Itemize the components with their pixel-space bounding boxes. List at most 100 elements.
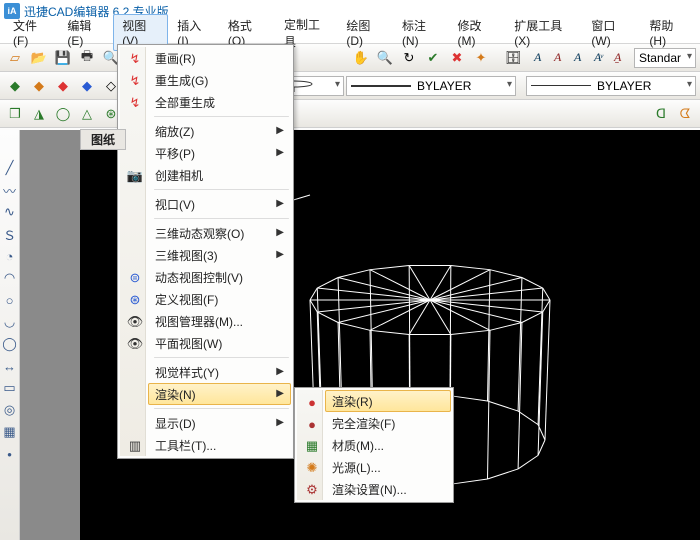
- menuitem-zoom[interactable]: 缩放(Z)▶: [148, 120, 291, 142]
- menuitem-render-render[interactable]: ●渲染(R): [325, 390, 451, 412]
- text-style-a2-icon[interactable]: A: [554, 50, 572, 65]
- cylinder-icon[interactable]: ◯: [52, 103, 74, 125]
- dynview-icon: ⊜: [125, 268, 145, 288]
- layer-c-icon[interactable]: ◆: [52, 75, 74, 97]
- print-icon[interactable]: 🖶: [76, 47, 98, 69]
- database-icon[interactable]: 🗄: [502, 47, 524, 69]
- label: 视口(V): [155, 196, 195, 213]
- menuitem-light[interactable]: ✺光源(L)...: [325, 456, 451, 478]
- label: 平面视图(W): [155, 335, 222, 352]
- menuitem-visual-style[interactable]: 视觉样式(Y) ▶: [148, 361, 291, 383]
- eye-icon: 👁: [125, 312, 145, 332]
- arc-tool-icon[interactable]: ◠: [2, 270, 18, 286]
- menuitem-dynview[interactable]: ⊜动态视图控制(V): [148, 266, 291, 288]
- zoom-tool-icon[interactable]: 🔍: [374, 47, 396, 69]
- menuitem-viewport[interactable]: 视口(V)▶: [148, 193, 291, 215]
- label: 渲染设置(N)...: [332, 481, 407, 498]
- point-tool-icon[interactable]: •: [2, 446, 18, 462]
- menu-window[interactable]: 窗口(W): [582, 14, 640, 51]
- target-tool-icon[interactable]: ◎: [2, 402, 18, 418]
- menuitem-display[interactable]: 显示(D)▶: [148, 412, 291, 434]
- separator: [154, 116, 289, 117]
- prism-icon[interactable]: ◮: [28, 103, 50, 125]
- ring-tool-icon[interactable]: ◯: [2, 336, 18, 352]
- label: 创建相机: [155, 167, 203, 184]
- text-style-combo[interactable]: Standar: [634, 48, 696, 68]
- spark-icon[interactable]: ✦: [470, 47, 492, 69]
- menuitem-toolbars[interactable]: ▥工具栏(T)...: [148, 434, 291, 456]
- layer-b-icon[interactable]: ◆: [28, 75, 50, 97]
- menuitem-3d-view[interactable]: 三维视图(3)▶: [148, 244, 291, 266]
- submenu-arrow-icon: ▶: [276, 125, 284, 136]
- grey-strip: [20, 130, 80, 540]
- line-tool-icon[interactable]: ╱: [2, 160, 18, 176]
- menu-edit[interactable]: 编辑(E): [58, 14, 113, 51]
- left-toolbar: ╱ 〰 ∿ Ｓ ◔ ◠ ○ ◡ ◯ ↔ ▭ ◎ ▦ •: [0, 130, 20, 540]
- menuitem-plan-view[interactable]: 👁平面视图(W): [148, 332, 291, 354]
- layer-a-icon[interactable]: ◆: [4, 75, 26, 97]
- label: 工具栏(T)...: [155, 437, 216, 454]
- label: 动态视图控制(V): [155, 269, 243, 286]
- lineweight-combo[interactable]: BYLAYER: [526, 76, 696, 96]
- submenu-arrow-icon: ▶: [276, 227, 284, 238]
- menuitem-view-manager[interactable]: 👁视图管理器(M)...: [148, 310, 291, 332]
- menu-bar: 文件(F) 编辑(E) 视图(V) 插入(I) 格式(O) 定制工具 绘图(D)…: [0, 22, 700, 44]
- label: 视觉样式(Y): [155, 364, 219, 381]
- menuitem-regen[interactable]: ↯重生成(G): [148, 69, 291, 91]
- menuitem-redraw[interactable]: ↯重画(R): [148, 47, 291, 69]
- menuitem-regen-all[interactable]: ↯全部重生成: [148, 91, 291, 113]
- move-tool-icon[interactable]: ↔: [2, 358, 18, 374]
- menu-file[interactable]: 文件(F): [4, 14, 58, 51]
- text-style-a3-icon[interactable]: A: [574, 50, 592, 65]
- camera-icon: 📷: [125, 166, 145, 186]
- polyline-tool-icon[interactable]: 〰: [2, 182, 18, 198]
- layer-d-icon[interactable]: ◆: [76, 75, 98, 97]
- document-tab[interactable]: 图纸: [80, 129, 126, 150]
- cone-icon[interactable]: △: [76, 103, 98, 125]
- menuitem-render[interactable]: 渲染(N)▶: [148, 383, 291, 405]
- box-icon[interactable]: ❒: [4, 103, 26, 125]
- text-style-a1-icon[interactable]: A: [534, 50, 552, 65]
- circle-tool-icon[interactable]: ○: [2, 292, 18, 308]
- linetype-combo[interactable]: BYLAYER: [346, 76, 516, 96]
- menu-help[interactable]: 帮助(H): [640, 14, 696, 51]
- text-style-a5-icon[interactable]: A̱: [614, 50, 632, 65]
- label: 全部重生成: [155, 94, 215, 111]
- label: 视图管理器(M)...: [155, 313, 243, 330]
- menu-dimension[interactable]: 标注(N): [393, 14, 449, 51]
- close-icon[interactable]: ✖: [446, 47, 468, 69]
- rect-tool-icon[interactable]: ▭: [2, 380, 18, 396]
- new-icon[interactable]: ▱: [4, 47, 26, 69]
- menuitem-render-settings[interactable]: ⚙渲染设置(N)...: [325, 478, 451, 500]
- menu-draw[interactable]: 绘图(D): [337, 14, 393, 51]
- menuitem-3d-orbit[interactable]: 三维动态观察(O)▶: [148, 222, 291, 244]
- grid-tool-icon[interactable]: ▦: [2, 424, 18, 440]
- submenu-arrow-icon: ▶: [276, 366, 284, 377]
- text-style-a4-icon[interactable]: Aͮ: [594, 50, 612, 65]
- menuitem-create-camera[interactable]: 📷创建相机: [148, 164, 291, 186]
- arc2-tool-icon[interactable]: ◡: [2, 314, 18, 330]
- menu-extend-tools[interactable]: 扩展工具(X): [505, 14, 582, 51]
- check-icon[interactable]: ✔: [422, 47, 444, 69]
- menuitem-defview[interactable]: ⊛定义视图(F): [148, 288, 291, 310]
- save-icon[interactable]: 💾: [52, 47, 74, 69]
- ucs-b-icon[interactable]: ᗧ: [674, 103, 696, 125]
- defview-icon: ⊛: [125, 290, 145, 310]
- separator: [154, 357, 289, 358]
- menuitem-material[interactable]: ▦材质(M)...: [325, 434, 451, 456]
- label: 完全渲染(F): [332, 415, 395, 432]
- menuitem-pan[interactable]: 平移(P)▶: [148, 142, 291, 164]
- redo-icon[interactable]: ↻: [398, 47, 420, 69]
- spline-tool-icon[interactable]: ∿: [2, 204, 18, 220]
- label: 显示(D): [155, 415, 196, 432]
- curve-tool-icon[interactable]: Ｓ: [2, 226, 18, 242]
- label: 重画(R): [155, 50, 196, 67]
- open-icon[interactable]: 📂: [28, 47, 50, 69]
- label: 渲染(N): [155, 386, 196, 403]
- pan-icon[interactable]: ✋: [350, 47, 372, 69]
- menuitem-full-render[interactable]: ●完全渲染(F): [325, 412, 451, 434]
- ucs-a-icon[interactable]: ᗡ: [650, 103, 672, 125]
- menu-modify[interactable]: 修改(M): [449, 14, 506, 51]
- line-sample-icon: [351, 85, 411, 87]
- shape-tool-icon[interactable]: ◔: [2, 248, 18, 264]
